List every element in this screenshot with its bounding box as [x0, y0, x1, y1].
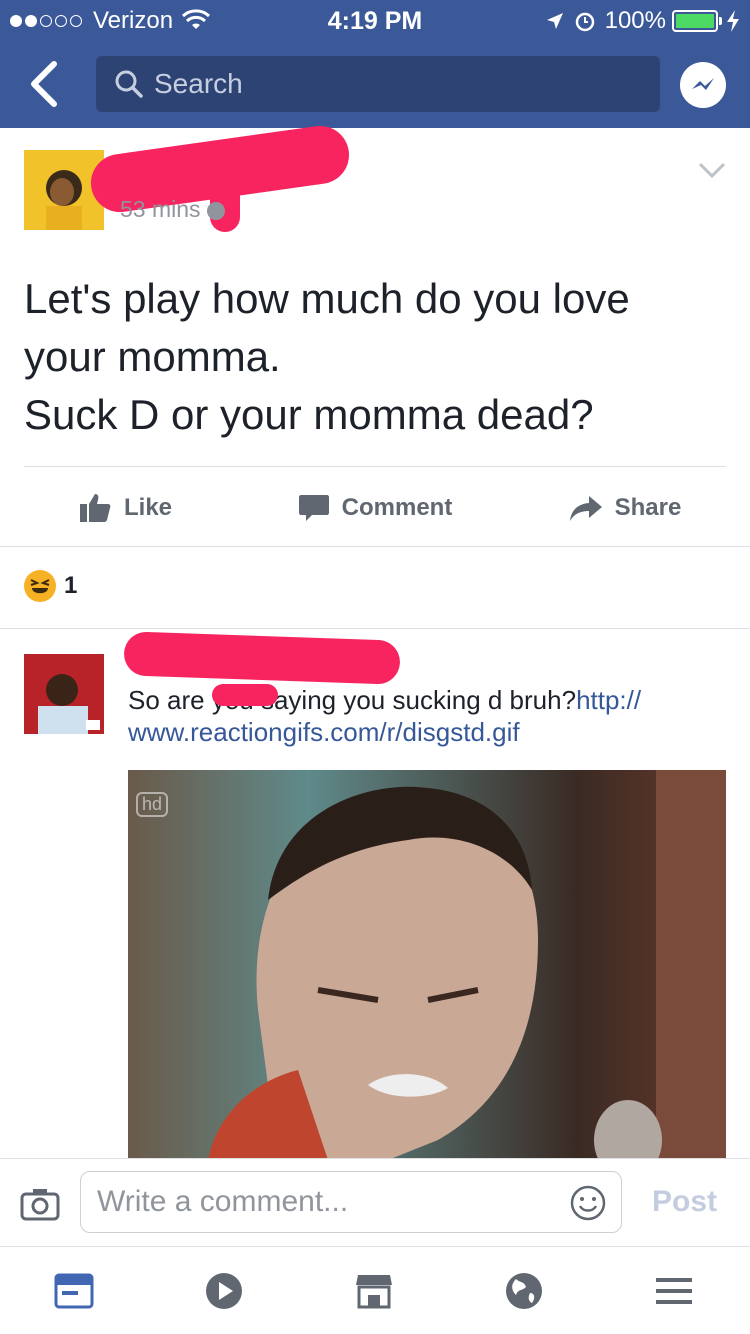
redacted-commenter-name: [123, 631, 401, 685]
reaction-gif[interactable]: hd: [128, 770, 726, 1160]
reaction-summary[interactable]: 1: [24, 570, 77, 602]
app-header: Verizon 4:19 PM 100%: [0, 0, 750, 128]
gif-watermark: hd: [136, 792, 169, 817]
marketplace-icon[interactable]: [354, 1271, 394, 1311]
chevron-left-icon: [31, 61, 57, 107]
alarm-icon: [575, 12, 594, 32]
search-bar[interactable]: [96, 56, 660, 112]
like-button[interactable]: Like: [0, 470, 250, 546]
battery-icon: [672, 10, 722, 32]
status-bar: Verizon 4:19 PM 100%: [0, 0, 750, 40]
search-input[interactable]: [154, 68, 634, 100]
redaction-over-comment: [212, 684, 278, 706]
post-timestamp[interactable]: 53 mins: [120, 196, 225, 223]
bottom-tab-bar: [0, 1246, 750, 1334]
battery-percentage: 100%: [604, 7, 666, 34]
share-button[interactable]: Share: [500, 470, 750, 546]
charging-icon: [727, 10, 739, 32]
location-arrow-icon: [546, 13, 563, 29]
post-line: Suck D or your momma dead?: [24, 391, 594, 438]
post-line: your momma.: [24, 333, 281, 380]
comment-button[interactable]: Comment: [250, 470, 500, 546]
video-play-icon[interactable]: [204, 1271, 244, 1311]
haha-reaction-icon: [24, 570, 56, 602]
back-button[interactable]: [22, 58, 68, 110]
comment-field[interactable]: [80, 1171, 622, 1233]
post-button[interactable]: Post: [652, 1185, 717, 1219]
avatar-image: [24, 654, 104, 734]
search-icon: [115, 70, 143, 98]
commenter-avatar[interactable]: [24, 654, 104, 734]
messenger-button[interactable]: [680, 62, 726, 108]
menu-icon[interactable]: [654, 1271, 694, 1311]
messenger-icon: [692, 78, 714, 90]
comment-input[interactable]: [97, 1185, 557, 1219]
comment-bubble-icon: [298, 495, 329, 521]
actions-bottom-divider: [0, 546, 750, 547]
chevron-down-icon[interactable]: [696, 158, 728, 182]
globe-icon: [206, 201, 225, 220]
post-actions: Like Comment Share: [0, 470, 750, 546]
comment-composer: Post: [0, 1158, 750, 1246]
camera-icon[interactable]: [20, 1187, 60, 1221]
globe-icon[interactable]: [504, 1271, 544, 1311]
emoji-icon[interactable]: [569, 1184, 607, 1222]
post-line: Let's play how much do you love: [24, 275, 630, 322]
reaction-count: 1: [64, 572, 78, 599]
post-body: Let's play how much do you love your mom…: [24, 270, 724, 444]
actions-top-divider: [24, 466, 726, 467]
news-feed-icon[interactable]: [54, 1271, 94, 1311]
comment-link[interactable]: www.reactiongifs.com/r/disgstd.gif: [128, 717, 520, 747]
share-arrow-icon: [569, 496, 602, 521]
gif-image: [128, 770, 726, 1160]
comments-divider: [0, 628, 750, 629]
comment-link[interactable]: http://: [576, 685, 641, 715]
thumbs-up-icon: [79, 494, 111, 522]
